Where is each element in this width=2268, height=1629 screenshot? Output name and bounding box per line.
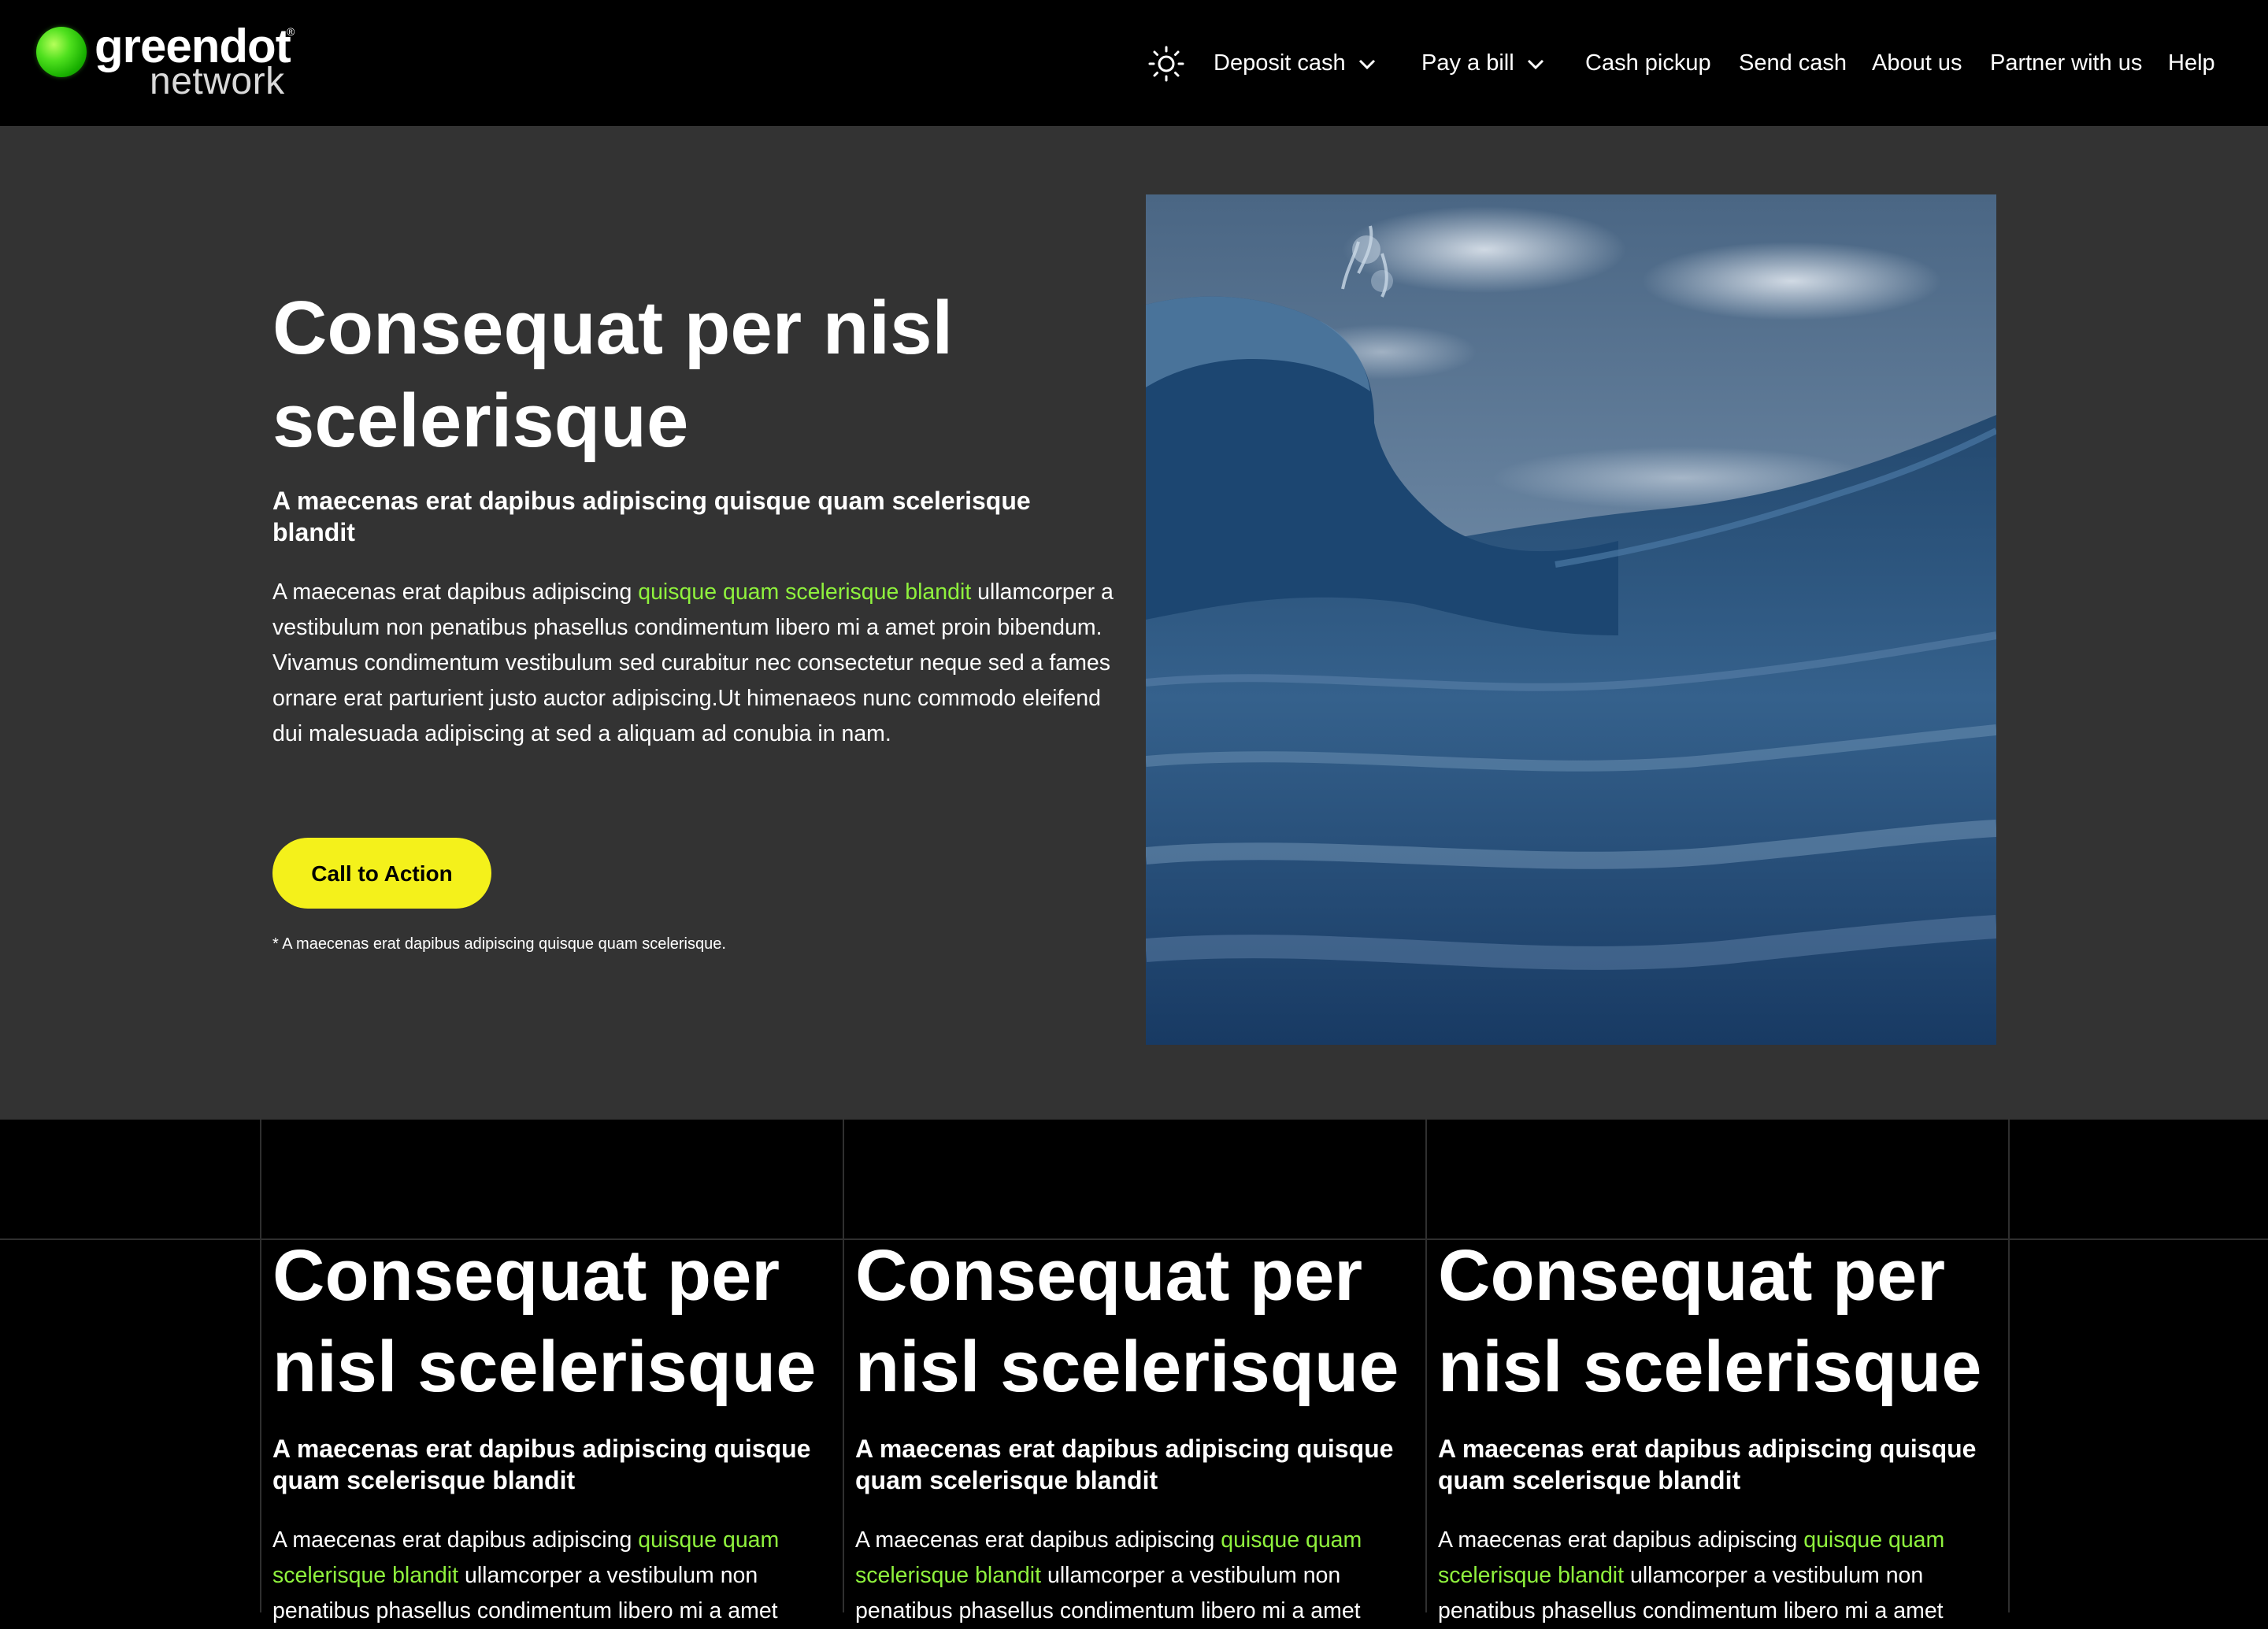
nav-item-label: Cash pickup bbox=[1585, 50, 1711, 76]
site-header: greendot ® network Deposit cash Pay a bi… bbox=[0, 0, 2268, 126]
hero-subtitle: A maecenas erat dapibus adipiscing quisq… bbox=[272, 487, 1031, 546]
nav-help[interactable]: Help bbox=[2168, 44, 2215, 82]
column-title: Consequat per nisl scelerisque bbox=[855, 1235, 1399, 1407]
ocean-wave-illustration bbox=[1146, 194, 1996, 1045]
body-text-start: A maecenas erat dapibus adipiscing bbox=[272, 1527, 639, 1553]
hero-body-text: A maecenas erat dapibus adipiscing quisq… bbox=[272, 575, 1123, 752]
grid-divider bbox=[843, 1120, 844, 1612]
column-subtitle: A maecenas erat dapibus adipiscing quisq… bbox=[1438, 1435, 1977, 1494]
nav-item-label: Send cash bbox=[1739, 50, 1847, 76]
column-body-text: A maecenas erat dapibus adipiscing quisq… bbox=[855, 1523, 1422, 1629]
nav-pay-a-bill[interactable]: Pay a bill bbox=[1421, 44, 1546, 82]
ocean-wave-image bbox=[1146, 194, 1996, 1045]
column-subtitle: A maecenas erat dapibus adipiscing quisq… bbox=[272, 1435, 811, 1494]
feature-column-3: Consequat per nisl scelerisque A maecena… bbox=[1438, 1230, 2005, 1629]
column-body-text: A maecenas erat dapibus adipiscing quisq… bbox=[1438, 1523, 2005, 1629]
nav-item-label: Deposit cash bbox=[1214, 50, 1346, 76]
grid-divider bbox=[1425, 1120, 1427, 1612]
nav-cash-pickup[interactable]: Cash pickup bbox=[1585, 44, 1711, 82]
logo-registered-mark: ® bbox=[287, 25, 295, 38]
column-title: Consequat per nisl scelerisque bbox=[272, 1235, 817, 1407]
nav-send-cash[interactable]: Send cash bbox=[1739, 44, 1847, 82]
sun-icon[interactable] bbox=[1148, 46, 1184, 82]
call-to-action-button[interactable]: Call to Action bbox=[272, 838, 491, 909]
chevron-down-icon bbox=[1358, 60, 1375, 70]
grid-divider bbox=[2008, 1120, 2010, 1612]
body-text-start: A maecenas erat dapibus adipiscing bbox=[855, 1527, 1221, 1553]
nav-item-label: Partner with us bbox=[1990, 50, 2143, 76]
chevron-down-icon bbox=[1527, 60, 1544, 70]
nav-item-label: About us bbox=[1872, 50, 1962, 76]
body-text-start: A maecenas erat dapibus adipiscing bbox=[1438, 1527, 1804, 1553]
grid-divider bbox=[260, 1120, 261, 1612]
nav-item-label: Pay a bill bbox=[1421, 50, 1514, 76]
nav-item-label: Help bbox=[2168, 50, 2215, 76]
column-subtitle: A maecenas erat dapibus adipiscing quisq… bbox=[855, 1435, 1394, 1494]
hero-body-link[interactable]: quisque quam scelerisque blandit bbox=[638, 579, 971, 605]
greendot-network-logo[interactable]: greendot ® network bbox=[36, 20, 304, 102]
nav-partner-with-us[interactable]: Partner with us bbox=[1990, 44, 2142, 82]
feature-columns-section: Consequat per nisl scelerisque A maecena… bbox=[0, 1120, 2268, 1623]
column-title: Consequat per nisl scelerisque bbox=[1438, 1235, 1982, 1407]
hero-footnote: * A maecenas erat dapibus adipiscing qui… bbox=[272, 935, 726, 953]
logo-wordmark-bottom: network bbox=[150, 61, 285, 102]
hero-title: Consequat per nisl scelerisque bbox=[272, 286, 954, 463]
column-body-text: A maecenas erat dapibus adipiscing quisq… bbox=[272, 1523, 839, 1629]
body-text-start: A maecenas erat dapibus adipiscing bbox=[272, 579, 639, 605]
nav-deposit-cash[interactable]: Deposit cash bbox=[1214, 44, 1377, 82]
feature-column-1: Consequat per nisl scelerisque A maecena… bbox=[272, 1230, 839, 1629]
nav-about-us[interactable]: About us bbox=[1872, 44, 1962, 82]
green-dot-logo-icon bbox=[36, 27, 87, 77]
feature-column-2: Consequat per nisl scelerisque A maecena… bbox=[855, 1230, 1422, 1629]
